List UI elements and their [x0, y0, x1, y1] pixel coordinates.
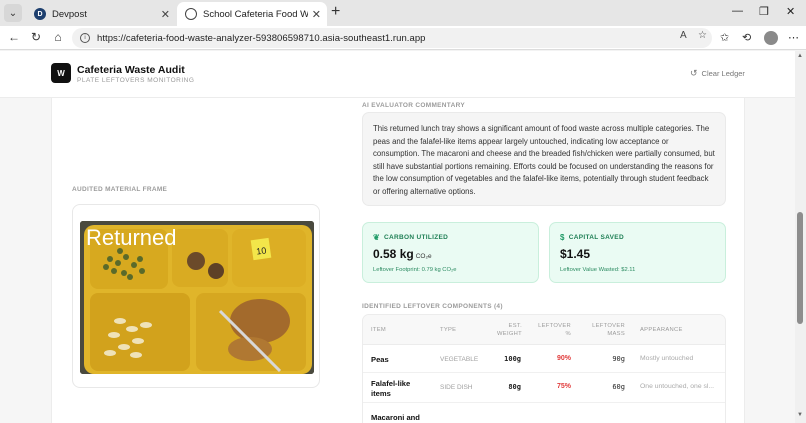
- clear-ledger-label: Clear Ledger: [701, 69, 745, 78]
- reset-icon: ↺: [690, 68, 698, 78]
- audited-frame-card: 10 Returned: [72, 204, 320, 388]
- row-leftover-mass: 60g: [612, 383, 625, 391]
- url-field[interactable]: i https://cafeteria-food-waste-analyzer-…: [72, 28, 712, 48]
- table-header: ITEM TYPE EST. WEIGHT LEFTOVER % LEFTOVE…: [363, 315, 725, 345]
- carbon-unit: CO₂e: [415, 253, 432, 260]
- app-header: W Cafeteria Waste Audit PLATE LEFTOVERS …: [0, 51, 795, 98]
- app-logo: W: [51, 63, 71, 83]
- row-type: SIDE DISH: [440, 384, 473, 391]
- favorite-star-icon[interactable]: ☆: [698, 30, 707, 41]
- row-item: Peas: [371, 355, 389, 364]
- row-leftover-pct: 90%: [556, 355, 571, 362]
- col-leftover-mass: LEFTOVER MASS: [592, 323, 625, 337]
- dollar-icon: $: [560, 233, 565, 242]
- leaf-icon: ❦: [373, 233, 381, 242]
- restore-icon[interactable]: ❐: [759, 5, 769, 18]
- tray-photo: 10 Returned: [80, 221, 314, 374]
- url-text: https://cafeteria-food-waste-analyzer-59…: [97, 32, 426, 44]
- carbon-value: 0.58 kg CO₂e: [373, 247, 432, 261]
- table-row: Falafel-like items SIDE DISH 80g 75% 60g…: [363, 373, 725, 403]
- scroll-up-icon[interactable]: ▲: [797, 53, 803, 59]
- col-item: ITEM: [371, 327, 387, 333]
- close-window-icon[interactable]: ✕: [786, 5, 795, 18]
- row-leftover-mass: 90g: [612, 355, 625, 363]
- app-title: Cafeteria Waste Audit: [77, 64, 185, 76]
- app-subtitle: PLATE LEFTOVERS MONITORING: [77, 77, 195, 84]
- site-info-icon[interactable]: i: [80, 33, 90, 43]
- clear-ledger-button[interactable]: ↺ Clear Ledger: [690, 68, 745, 79]
- home-icon[interactable]: ⌂: [50, 30, 66, 44]
- globe-icon: [185, 8, 197, 20]
- close-tab-icon[interactable]: ✕: [312, 8, 321, 21]
- table-row: Peas VEGETABLE 100g 90% 90g Mostly untou…: [363, 345, 725, 373]
- refresh-icon[interactable]: ↻: [28, 30, 44, 44]
- favorites-icon[interactable]: ✩: [720, 31, 729, 44]
- profile-avatar[interactable]: [764, 31, 778, 45]
- row-weight: 100g: [504, 355, 521, 363]
- row-item: Falafel-like items: [371, 379, 411, 398]
- scrollbar-thumb[interactable]: [797, 212, 803, 324]
- tab-title: Devpost: [52, 8, 87, 20]
- tag-number: 10: [256, 245, 267, 256]
- tab-devpost[interactable]: D Devpost ✕: [26, 2, 176, 26]
- components-section-label: IDENTIFIED LEFTOVER COMPONENTS (4): [362, 303, 503, 310]
- capital-label: CAPITAL SAVED: [568, 234, 624, 241]
- back-icon[interactable]: ←: [6, 30, 22, 44]
- frame-section-label: AUDITED MATERIAL FRAME: [72, 186, 168, 193]
- close-tab-icon[interactable]: ✕: [161, 8, 170, 21]
- col-leftover-pct: LEFTOVER %: [538, 323, 571, 337]
- history-icon[interactable]: ⟲: [742, 31, 751, 44]
- tab-actions-menu-icon[interactable]: ⌄: [4, 4, 22, 22]
- row-appearance: One untouched, one sl...: [640, 383, 715, 390]
- carbon-subtext: Leftover Footprint: 0.79 kg CO₂e: [373, 267, 457, 273]
- row-leftover-pct: 75%: [556, 383, 571, 390]
- address-bar: ← ↻ ⌂ i https://cafeteria-food-waste-ana…: [0, 26, 806, 50]
- carbon-utilized-card: ❦ CARBON UTILIZED 0.58 kg CO₂e Leftover F…: [362, 222, 539, 283]
- commentary-section-label: AI EVALUATOR COMMENTARY: [362, 102, 465, 109]
- page-viewport: W Cafeteria Waste Audit PLATE LEFTOVERS …: [0, 51, 795, 423]
- minimize-icon[interactable]: —: [732, 5, 743, 17]
- more-menu-icon[interactable]: ⋯: [788, 31, 799, 44]
- row-item: Macaroni and: [371, 413, 420, 422]
- carbon-value-number: 0.58 kg: [373, 247, 414, 261]
- returned-overlay-text: Returned: [86, 225, 177, 250]
- col-appearance: APPEARANCE: [640, 327, 683, 333]
- table-row: Macaroni and: [363, 403, 725, 423]
- capital-value: $1.45: [560, 247, 591, 261]
- capital-saved-card: $ CAPITAL SAVED $1.45 Leftover Value Was…: [549, 222, 726, 283]
- tab-cafeteria-analyzer[interactable]: School Cafeteria Food Waste Anal ✕: [177, 2, 327, 26]
- scroll-down-icon[interactable]: ▼: [797, 412, 803, 418]
- col-type: TYPE: [440, 327, 457, 333]
- read-aloud-icon[interactable]: A: [680, 30, 687, 41]
- ai-commentary-box: This returned lunch tray shows a signifi…: [362, 112, 726, 206]
- main-panel: AUDITED MATERIAL FRAME 10 Returned AI EV…: [51, 98, 745, 423]
- new-tab-button[interactable]: +: [331, 4, 340, 20]
- browser-tab-bar: ⌄ D Devpost ✕ School Cafeteria Food Wast…: [0, 0, 806, 26]
- tab-title: School Cafeteria Food Waste Anal: [203, 8, 308, 20]
- capital-subtext: Leftover Value Wasted: $2.11: [560, 267, 636, 273]
- row-weight: 80g: [508, 383, 521, 391]
- leftover-components-table: ITEM TYPE EST. WEIGHT LEFTOVER % LEFTOVE…: [362, 314, 726, 423]
- col-weight: EST. WEIGHT: [497, 323, 522, 337]
- row-type: VEGETABLE: [440, 356, 479, 363]
- carbon-label: CARBON UTILIZED: [384, 234, 449, 241]
- row-appearance: Mostly untouched: [640, 355, 694, 362]
- devpost-icon: D: [34, 8, 46, 20]
